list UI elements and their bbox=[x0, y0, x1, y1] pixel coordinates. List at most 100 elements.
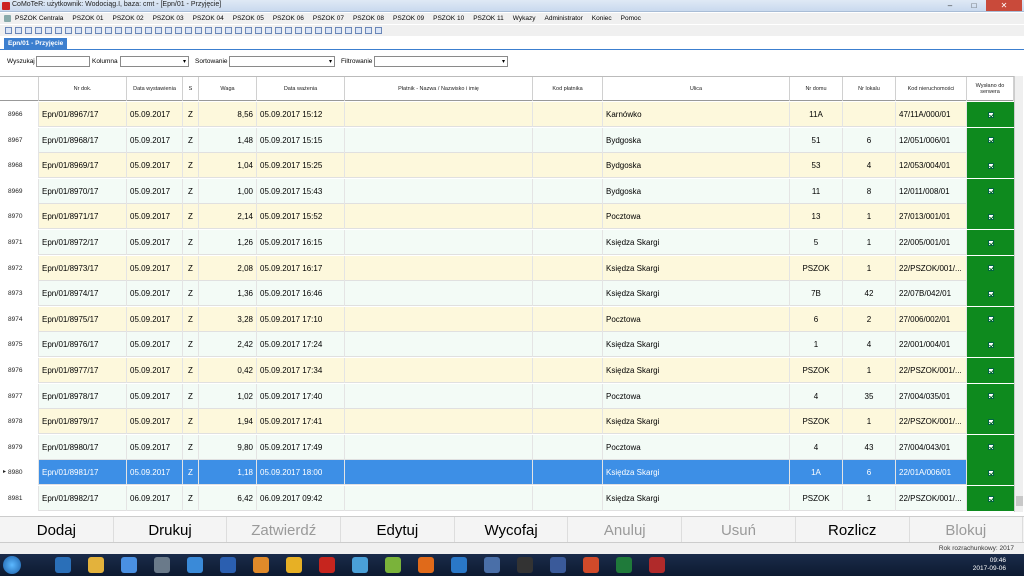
checkbox-checked-icon[interactable] bbox=[987, 162, 994, 169]
edytuj-button[interactable]: Edytuj bbox=[341, 517, 455, 543]
outlook-icon[interactable] bbox=[451, 557, 467, 573]
toolbar-tool-icon[interactable] bbox=[135, 27, 142, 34]
menu-item[interactable]: PSZOK 11 bbox=[473, 15, 504, 22]
toolbar-tool-icon[interactable] bbox=[75, 27, 82, 34]
toolbar-tool-icon[interactable] bbox=[175, 27, 182, 34]
toolbar-tool-icon[interactable] bbox=[275, 27, 282, 34]
zatwierdź-button[interactable]: Zatwierdź bbox=[227, 517, 342, 543]
anuluj-button[interactable]: Anuluj bbox=[568, 517, 683, 543]
table-row[interactable]: 8970 Epn/01/8971/17 05.09.2017 Z 2,14 05.09.2… bbox=[0, 204, 1014, 230]
toolbar-tool-icon[interactable] bbox=[5, 27, 12, 34]
column-header[interactable]: Nr lokalu bbox=[843, 77, 896, 101]
tab-epn-przyjecie[interactable]: Epn/01 - Przyjęcie bbox=[4, 38, 68, 49]
table-row[interactable]: 8968 Epn/01/8969/17 05.09.2017 Z 1,04 05.09.2… bbox=[0, 153, 1014, 179]
cubes-icon[interactable] bbox=[550, 557, 566, 573]
menu-item[interactable]: PSZOK 07 bbox=[313, 15, 344, 22]
pdf-icon[interactable] bbox=[319, 557, 335, 573]
checkbox-checked-icon[interactable] bbox=[987, 290, 994, 297]
minimize-button[interactable]: – bbox=[938, 0, 962, 11]
explorer-icon[interactable] bbox=[55, 557, 71, 573]
sent-to-server-cell[interactable] bbox=[967, 102, 1014, 127]
column-header[interactable]: Waga bbox=[199, 77, 257, 101]
sent-to-server-cell[interactable] bbox=[967, 153, 1014, 179]
vertical-scrollbar[interactable] bbox=[1014, 76, 1023, 512]
checkbox-checked-icon[interactable] bbox=[987, 367, 994, 374]
table-row[interactable]: 8979 Epn/01/8980/17 05.09.2017 Z 9,80 05.09.2… bbox=[0, 434, 1014, 460]
toolbar-tool-icon[interactable] bbox=[55, 27, 62, 34]
table-row[interactable]: 8981 Epn/01/8982/17 06.09.2017 Z 6,42 06.09.2… bbox=[0, 486, 1014, 511]
toolbar-tool-icon[interactable] bbox=[285, 27, 292, 34]
toolbar-tool-icon[interactable] bbox=[215, 27, 222, 34]
toolbar-tool-icon[interactable] bbox=[375, 27, 382, 34]
folder-icon[interactable] bbox=[88, 557, 104, 573]
column-header[interactable]: Data ważenia bbox=[257, 77, 345, 101]
checkbox-checked-icon[interactable] bbox=[987, 444, 994, 451]
toolbar-tool-icon[interactable] bbox=[65, 27, 72, 34]
table-row[interactable]: 8969 Epn/01/8970/17 05.09.2017 Z 1,00 05.09.2… bbox=[0, 178, 1014, 204]
network-icon[interactable] bbox=[121, 557, 137, 573]
toolbar-tool-icon[interactable] bbox=[255, 27, 262, 34]
table-row[interactable]: 8977 Epn/01/8978/17 05.09.2017 Z 1,02 05.09.2… bbox=[0, 383, 1014, 409]
sent-to-server-cell[interactable] bbox=[967, 306, 1014, 332]
column-header[interactable]: Wysłano do serwera bbox=[967, 77, 1014, 101]
toolbar-tool-icon[interactable] bbox=[335, 27, 342, 34]
toolbar-tool-icon[interactable] bbox=[115, 27, 122, 34]
table-row[interactable]: 8975 Epn/01/8976/17 05.09.2017 Z 2,42 05.09.2… bbox=[0, 332, 1014, 358]
table-row[interactable]: 8967 Epn/01/8968/17 05.09.2017 Z 1,48 05.09.2… bbox=[0, 127, 1014, 153]
sent-to-server-cell[interactable] bbox=[967, 230, 1014, 255]
menu-item[interactable]: Pomoc bbox=[621, 15, 641, 22]
sent-to-server-cell[interactable] bbox=[967, 486, 1014, 511]
table-row[interactable]: 8966 Epn/01/8967/17 05.09.2017 Z 8,56 05.09.2… bbox=[0, 102, 1014, 127]
sent-to-server-cell[interactable] bbox=[967, 127, 1014, 153]
start-icon[interactable] bbox=[3, 556, 21, 574]
toolbar-tool-icon[interactable] bbox=[195, 27, 202, 34]
paint-icon[interactable] bbox=[385, 557, 401, 573]
menu-item[interactable]: PSZOK 05 bbox=[233, 15, 264, 22]
toolbar-tool-icon[interactable] bbox=[355, 27, 362, 34]
column-header[interactable]: Nr dok. bbox=[39, 77, 127, 101]
usuń-button[interactable]: Usuń bbox=[682, 517, 796, 543]
menu-item[interactable]: Wykazy bbox=[513, 15, 536, 22]
sent-to-server-cell[interactable] bbox=[967, 460, 1014, 486]
checkbox-checked-icon[interactable] bbox=[987, 341, 994, 348]
checkbox-checked-icon[interactable] bbox=[987, 239, 994, 246]
checkbox-checked-icon[interactable] bbox=[987, 111, 994, 118]
table-row[interactable]: 8973 Epn/01/8974/17 05.09.2017 Z 1,36 05.09.2… bbox=[0, 281, 1014, 307]
sent-to-server-cell[interactable] bbox=[967, 204, 1014, 230]
toolbar-tool-icon[interactable] bbox=[85, 27, 92, 34]
menu-item[interactable]: PSZOK 06 bbox=[273, 15, 304, 22]
toolbar-tool-icon[interactable] bbox=[45, 27, 52, 34]
monitor-icon[interactable] bbox=[187, 557, 203, 573]
toolbar-tool-icon[interactable] bbox=[365, 27, 372, 34]
table-row[interactable]: 8972 Epn/01/8973/17 05.09.2017 Z 2,08 05.09.2… bbox=[0, 255, 1014, 281]
sent-to-server-cell[interactable] bbox=[967, 281, 1014, 307]
column-header[interactable]: Kod nieruchomości bbox=[896, 77, 967, 101]
toolbar-tool-icon[interactable] bbox=[165, 27, 172, 34]
sort-select[interactable]: ▾ bbox=[229, 56, 335, 67]
toolbar-tool-icon[interactable] bbox=[235, 27, 242, 34]
toolbar-tool-icon[interactable] bbox=[315, 27, 322, 34]
search-input[interactable] bbox=[36, 56, 90, 67]
tools-icon[interactable] bbox=[154, 557, 170, 573]
toolbar-tool-icon[interactable] bbox=[15, 27, 22, 34]
menu-item[interactable]: Administrator bbox=[545, 15, 583, 22]
sent-to-server-cell[interactable] bbox=[967, 434, 1014, 460]
toolbar-tool-icon[interactable] bbox=[205, 27, 212, 34]
toolbar-tool-icon[interactable] bbox=[155, 27, 162, 34]
toolbar-tool-icon[interactable] bbox=[305, 27, 312, 34]
column-header[interactable] bbox=[0, 77, 39, 101]
sent-to-server-cell[interactable] bbox=[967, 409, 1014, 435]
sent-to-server-cell[interactable] bbox=[967, 178, 1014, 204]
menu-item[interactable]: PSZOK 01 bbox=[72, 15, 103, 22]
toolbar-tool-icon[interactable] bbox=[345, 27, 352, 34]
menu-item[interactable]: PSZOK 03 bbox=[153, 15, 184, 22]
column-header[interactable]: Ulica bbox=[603, 77, 790, 101]
sent-to-server-cell[interactable] bbox=[967, 332, 1014, 358]
media-icon[interactable] bbox=[253, 557, 269, 573]
column-header[interactable]: S bbox=[183, 77, 199, 101]
sent-to-server-cell[interactable] bbox=[967, 383, 1014, 409]
toolbar-tool-icon[interactable] bbox=[25, 27, 32, 34]
blokuj-button[interactable]: Blokuj bbox=[910, 517, 1024, 543]
firefox-icon[interactable] bbox=[418, 557, 434, 573]
table-row[interactable]: 8974 Epn/01/8975/17 05.09.2017 Z 3,28 05.09.2… bbox=[0, 306, 1014, 332]
